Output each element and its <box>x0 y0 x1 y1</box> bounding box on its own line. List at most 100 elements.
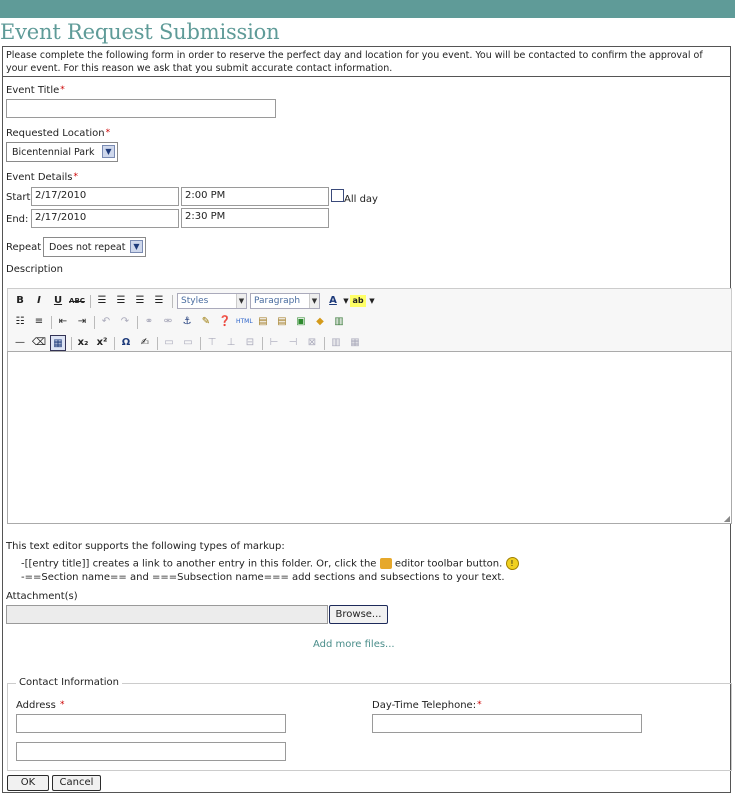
location-label: Requested Location* <box>6 128 111 139</box>
paste-text-icon[interactable]: ▤ <box>274 314 290 330</box>
chevron-down-icon[interactable]: ▼ <box>130 240 143 253</box>
ok-button[interactable]: OK <box>7 775 49 791</box>
html-source-icon[interactable]: HTML <box>236 314 253 330</box>
cell-props-icon[interactable]: ▭ <box>180 335 196 351</box>
all-day-checkbox[interactable] <box>331 189 344 202</box>
align-center-icon[interactable]: ☰ <box>113 293 129 309</box>
toolbar-separator <box>137 316 138 329</box>
toolbar-separator <box>51 316 52 329</box>
chevron-down-icon[interactable]: ▼ <box>364 293 380 309</box>
delete-row-icon[interactable]: ⊟ <box>242 335 258 351</box>
contact-fieldset: Contact Information Address * Day-Time T… <box>7 677 732 771</box>
chevron-down-icon: ▼ <box>309 294 319 308</box>
chevron-down-icon[interactable]: ▼ <box>102 145 115 158</box>
address-line-2-input[interactable] <box>16 742 286 761</box>
end-date-input[interactable]: 2/17/2010 <box>31 209 179 228</box>
contact-legend: Contact Information <box>16 677 122 688</box>
repeat-selected-value: Does not repeat <box>49 242 126 253</box>
entry-link-icon[interactable]: ◆ <box>312 314 328 330</box>
end-time-input[interactable]: 2:30 PM <box>181 208 329 228</box>
event-title-input[interactable] <box>6 99 276 118</box>
redo-icon[interactable]: ↷ <box>117 314 133 330</box>
anchor-icon[interactable]: ⚓ <box>179 314 195 330</box>
repeat-select[interactable]: Does not repeat ▼ <box>43 237 146 257</box>
editor-toolbar: B I U ABC ☰ ☰ ☰ ☰ Styles ▼ Paragraph ▼ A ▼… <box>7 288 732 352</box>
start-time-input[interactable]: 2:00 PM <box>181 187 329 206</box>
event-request-form: Please complete the following form in or… <box>2 46 732 793</box>
markup-help-intro: This text editor supports the following … <box>6 541 285 552</box>
insert-col-before-icon[interactable]: ⊢ <box>266 335 282 351</box>
bullet-list-icon[interactable]: ☷ <box>12 314 28 330</box>
toolbar-separator <box>94 316 95 329</box>
link-icon[interactable]: ⚭ <box>141 314 157 330</box>
toolbar-separator <box>172 295 173 308</box>
page-title: Event Request Submission <box>0 20 280 44</box>
resize-handle-icon[interactable]: ◢ <box>724 514 730 523</box>
insert-col-after-icon[interactable]: ⊣ <box>285 335 301 351</box>
required-marker: * <box>105 128 111 138</box>
split-cells-icon[interactable]: ▥ <box>328 335 344 351</box>
row-props-icon[interactable]: ▭ <box>161 335 177 351</box>
insert-row-after-icon[interactable]: ⊥ <box>223 335 239 351</box>
edit-icon[interactable]: ✍ <box>137 335 153 351</box>
required-marker: * <box>60 85 65 95</box>
cleanup-icon[interactable]: ✎ <box>198 314 214 330</box>
top-banner <box>0 0 735 18</box>
info-icon[interactable]: ! <box>505 557 519 570</box>
table-icon[interactable]: ▦ <box>50 335 66 351</box>
markup-help-line-1: -[[entry title]] creates a link to anoth… <box>21 557 519 570</box>
location-select[interactable]: Bicentennial Park ▼ <box>6 142 118 162</box>
attachments-label: Attachment(s) <box>6 591 78 602</box>
start-label: Start: <box>6 192 34 203</box>
strikethrough-button[interactable]: ABC <box>69 293 85 309</box>
merge-cells-icon[interactable]: ▦ <box>347 335 363 351</box>
paste-icon[interactable]: ▤ <box>255 314 271 330</box>
underline-button[interactable]: U <box>50 293 66 309</box>
align-left-icon[interactable]: ☰ <box>94 293 110 309</box>
undo-icon[interactable]: ↶ <box>98 314 114 330</box>
location-selected-value: Bicentennial Park <box>12 147 95 158</box>
phone-input[interactable] <box>372 714 642 733</box>
attachment-path-input[interactable] <box>6 605 328 624</box>
toolbar-separator <box>90 295 91 308</box>
insert-row-before-icon[interactable]: ⊤ <box>204 335 220 351</box>
toolbar-separator <box>324 337 325 350</box>
add-more-files-link[interactable]: Add more files... <box>313 639 395 650</box>
align-right-icon[interactable]: ☰ <box>132 293 148 309</box>
description-editor[interactable]: ◢ <box>7 351 732 524</box>
markup-help-line-2: -==Section name== and ===Subsection name… <box>21 572 505 583</box>
entry-link-icon <box>379 558 392 569</box>
subscript-button[interactable]: x₂ <box>75 335 91 351</box>
toolbar-separator <box>262 337 263 350</box>
horizontal-rule-icon[interactable]: — <box>12 335 28 351</box>
toolbar-separator <box>200 337 201 350</box>
toolbar-row-2: ☷ ≡ ⇤ ⇥ ↶ ↷ ⚭ ⚮ ⚓ ✎ ❓ HTML ▤ ▤ ▣ ◆ ▥ <box>12 314 712 332</box>
event-details-label: Event Details* <box>6 172 78 183</box>
italic-button[interactable]: I <box>31 293 47 309</box>
event-title-label: Event Title* <box>6 85 65 96</box>
format-select[interactable]: Paragraph ▼ <box>250 293 320 309</box>
eraser-icon[interactable]: ⌫ <box>31 335 47 351</box>
special-char-button[interactable]: Ω <box>118 335 134 351</box>
end-label: End: <box>6 214 29 225</box>
align-justify-icon[interactable]: ☰ <box>151 293 167 309</box>
address-label: Address * <box>16 700 65 711</box>
indent-icon[interactable]: ⇥ <box>74 314 90 330</box>
delete-col-icon[interactable]: ⊠ <box>304 335 320 351</box>
phone-label: Day-Time Telephone:* <box>372 700 482 711</box>
superscript-button[interactable]: x² <box>94 335 110 351</box>
toolbar-separator <box>71 337 72 350</box>
bold-button[interactable]: B <box>12 293 28 309</box>
browse-button[interactable]: Browse... <box>329 605 388 624</box>
media-icon[interactable]: ▥ <box>331 314 347 330</box>
numbered-list-icon[interactable]: ≡ <box>31 314 47 330</box>
help-icon[interactable]: ❓ <box>217 314 233 330</box>
outdent-icon[interactable]: ⇤ <box>55 314 71 330</box>
address-line-1-input[interactable] <box>16 714 286 733</box>
toolbar-separator <box>114 337 115 350</box>
unlink-icon[interactable]: ⚮ <box>160 314 176 330</box>
cancel-button[interactable]: Cancel <box>52 775 101 791</box>
image-icon[interactable]: ▣ <box>293 314 309 330</box>
start-date-input[interactable]: 2/17/2010 <box>31 187 179 206</box>
styles-select[interactable]: Styles ▼ <box>177 293 247 309</box>
